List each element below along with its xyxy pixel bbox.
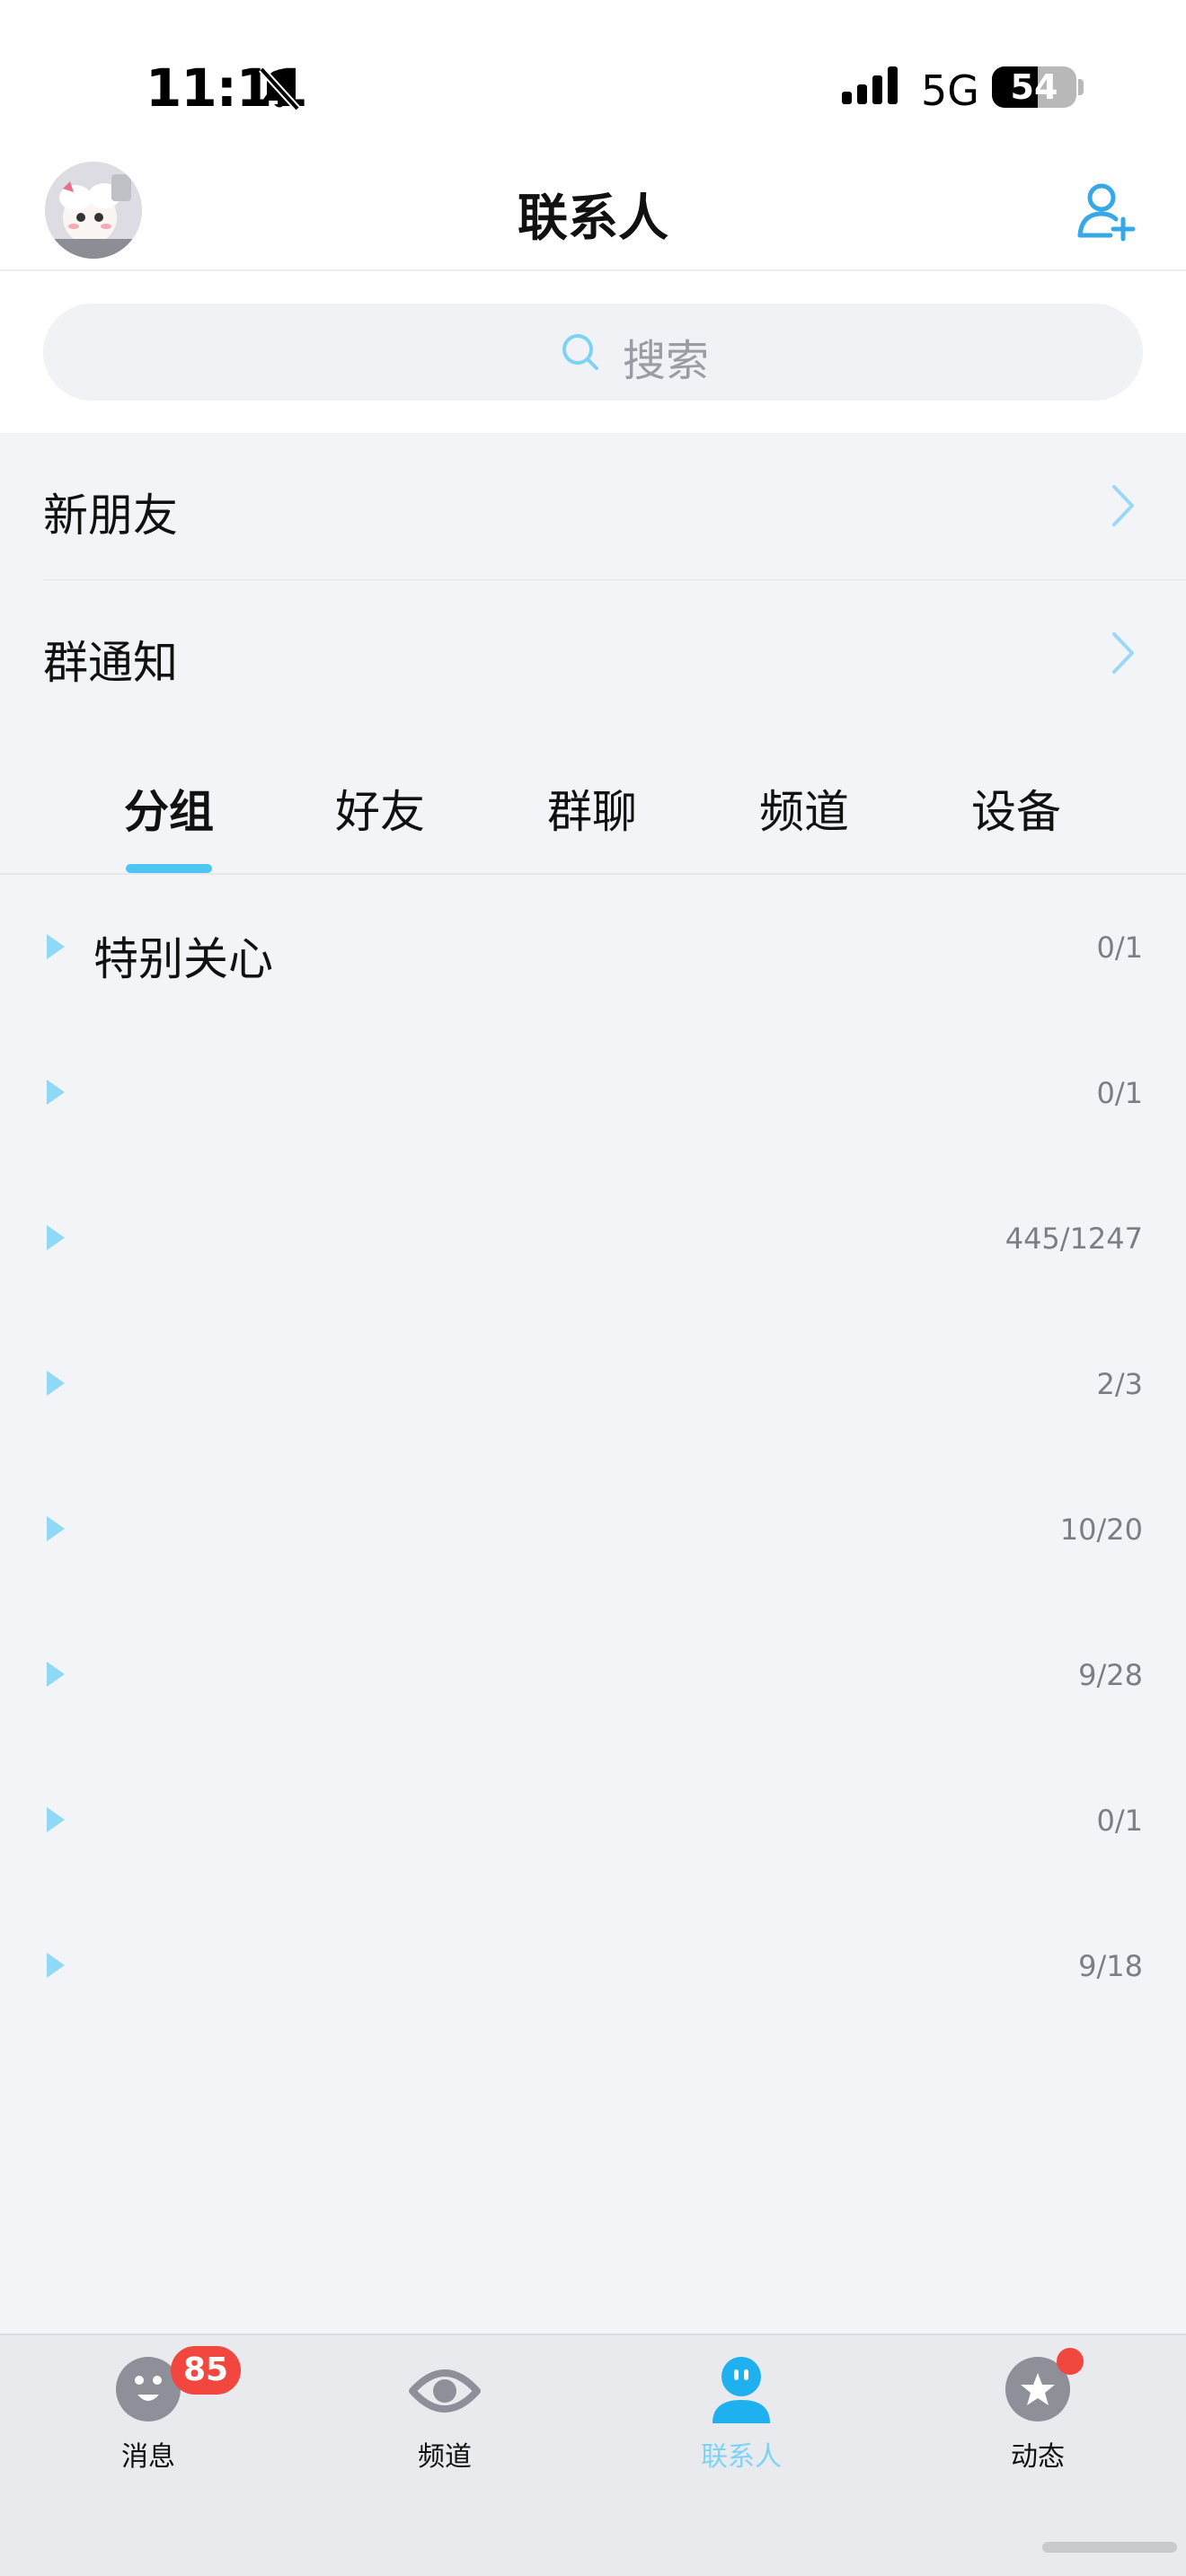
- expand-arrow-icon: [47, 1953, 65, 1978]
- page-title: 联系人: [518, 190, 668, 248]
- active-tab-indicator: [126, 864, 212, 873]
- expand-arrow-icon: [47, 1662, 65, 1687]
- tab-friends[interactable]: 好友: [299, 776, 461, 841]
- new-friends-label: 新朋友: [43, 490, 178, 542]
- expand-arrow-icon: [47, 1807, 65, 1832]
- battery-indicator: 54: [992, 66, 1076, 108]
- tab-devices[interactable]: 设备: [935, 776, 1097, 841]
- expand-arrow-icon: [47, 1080, 65, 1105]
- bottom-tab-channels[interactable]: 频道: [296, 2335, 593, 2515]
- group-notifications-label: 群通知: [43, 637, 178, 689]
- group-row[interactable]: 2/3: [0, 1313, 1186, 1459]
- group-online-count: 9/18: [1078, 1949, 1143, 1983]
- bottom-tab-contacts[interactable]: 联系人: [593, 2335, 890, 2515]
- search-placeholder: 搜索: [623, 336, 710, 386]
- group-row[interactable]: 特别关心 0/1: [0, 877, 1186, 1022]
- chevron-right-icon: [1112, 485, 1134, 526]
- chevron-right-icon: [1112, 632, 1134, 674]
- group-name: 特别关心: [93, 933, 273, 985]
- home-indicator: [1042, 2542, 1177, 2553]
- tab-group-chats[interactable]: 群聊: [511, 776, 673, 841]
- group-notifications-row[interactable]: 群通知: [0, 580, 1186, 726]
- group-online-count: 445/1247: [1005, 1222, 1143, 1256]
- unread-badge: 85: [171, 2346, 242, 2395]
- expand-arrow-icon: [47, 934, 65, 959]
- channel-icon: [409, 2369, 481, 2413]
- contacts-icon: [712, 2357, 770, 2423]
- group-row[interactable]: 9/18: [0, 1895, 1186, 2041]
- group-online-count: 10/20: [1059, 1513, 1143, 1547]
- group-row[interactable]: 445/1247: [0, 1168, 1186, 1313]
- bell-muted-icon: [259, 66, 300, 111]
- group-online-count: 0/1: [1096, 931, 1144, 965]
- bottom-tab-moments[interactable]: 动态: [890, 2335, 1186, 2515]
- group-row[interactable]: 0/1: [0, 1022, 1186, 1168]
- signal-icon: [842, 66, 898, 104]
- tab-groups[interactable]: 分组: [88, 776, 250, 841]
- group-row[interactable]: 10/20: [0, 1459, 1186, 1604]
- bottom-tab-label: 频道: [418, 2441, 472, 2473]
- group-row[interactable]: 9/28: [0, 1604, 1186, 1750]
- group-row[interactable]: 0/1: [0, 1750, 1186, 1895]
- bottom-tab-bar: 85 消息 频道 联系人 动态: [0, 2333, 1186, 2576]
- bottom-tab-messages[interactable]: 85 消息: [0, 2335, 296, 2515]
- group-online-count: 0/1: [1096, 1076, 1144, 1110]
- new-friends-row[interactable]: 新朋友: [0, 433, 1186, 578]
- group-list: 特别关心 0/1 0/1 445/1247 2/3 10/20 9/28 0/1 9/18: [0, 877, 1186, 2041]
- group-online-count: 9/28: [1078, 1658, 1143, 1692]
- group-online-count: 2/3: [1096, 1367, 1144, 1401]
- bottom-tab-label: 消息: [121, 2441, 175, 2473]
- expand-arrow-icon: [47, 1516, 65, 1541]
- search-input[interactable]: 搜索: [43, 304, 1143, 401]
- network-label: 5G: [921, 66, 979, 115]
- group-online-count: 0/1: [1096, 1804, 1144, 1838]
- bottom-tab-label: 联系人: [701, 2441, 782, 2473]
- tab-channels[interactable]: 频道: [723, 776, 885, 841]
- notification-dot: [1057, 2348, 1084, 2375]
- search-icon: [562, 334, 598, 370]
- bottom-tab-label: 动态: [1011, 2441, 1065, 2473]
- add-contact-icon[interactable]: [1075, 180, 1137, 243]
- status-bar: 11:11 5G 54: [0, 0, 1186, 162]
- battery-cap: [1078, 79, 1084, 95]
- contact-tabs: 分组 好友 群聊 频道 设备: [0, 724, 1186, 875]
- battery-level: 54: [1010, 67, 1058, 107]
- search-area: 搜索: [0, 271, 1186, 433]
- expand-arrow-icon: [47, 1371, 65, 1396]
- expand-arrow-icon: [47, 1225, 65, 1250]
- header: 联系人: [0, 162, 1186, 271]
